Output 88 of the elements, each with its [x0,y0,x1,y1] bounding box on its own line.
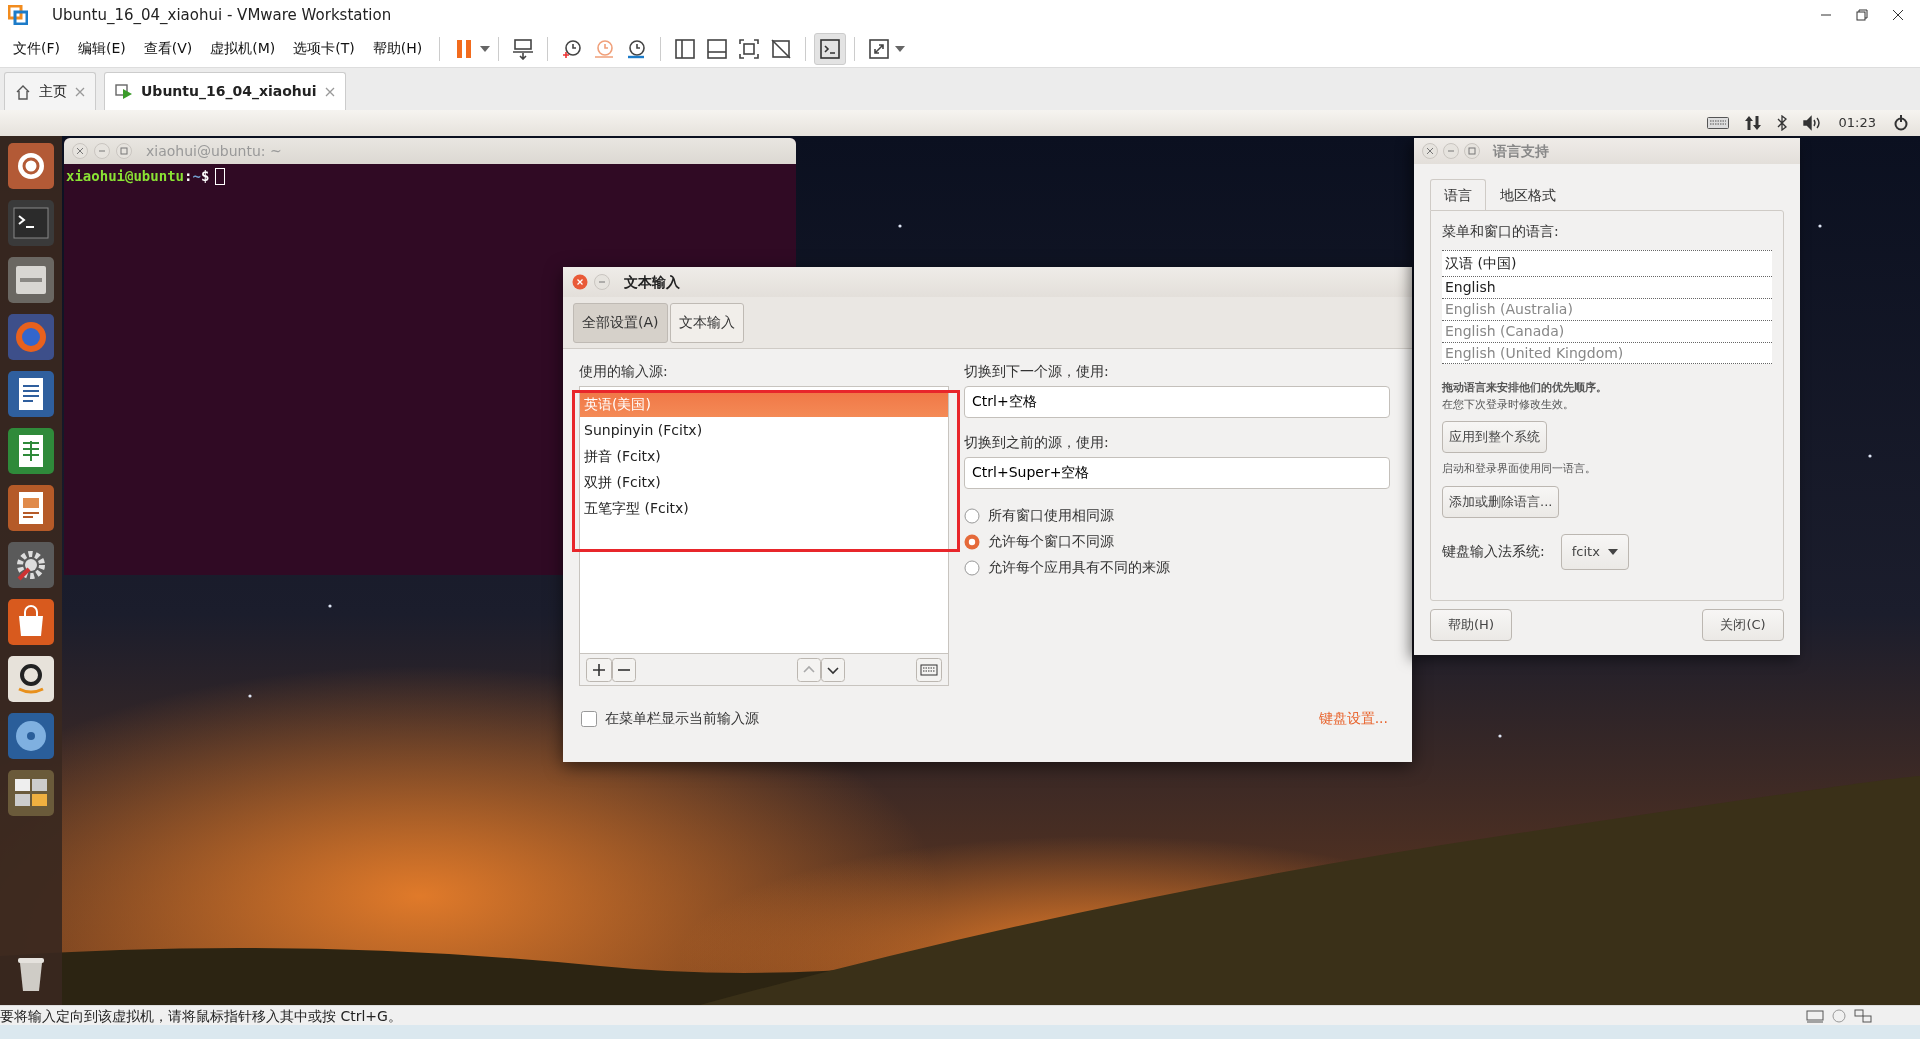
radio-button[interactable] [964,559,980,576]
radio-button[interactable] [964,507,980,524]
terminal-icon[interactable] [7,199,55,247]
app-logo-icon [8,5,28,25]
vm-running-icon [115,83,133,100]
close-icon[interactable] [1892,9,1904,21]
document-icon[interactable] [7,370,55,418]
radio-label: 允许每个窗口不同源 [988,532,1114,551]
caret-icon[interactable] [480,45,491,52]
window-grid-icon[interactable] [7,769,55,817]
status-text: 要将输入定向到该虚拟机，请将鼠标指针移入其中或按 Ctrl+G。 [0,1006,402,1026]
spreadsheet-icon[interactable] [7,427,55,475]
bluetooth-icon[interactable] [1776,115,1787,131]
remove-icon[interactable] [612,657,636,682]
list-item[interactable]: 双拼 (Fcitx) [580,469,948,495]
computer-arrow-icon[interactable] [512,37,535,60]
bottom-panel-icon[interactable] [706,37,729,60]
checkbox[interactable] [581,710,597,727]
console-prompt-icon[interactable] [819,37,842,60]
hint-text: 在您下次登录时修改生效。 [1442,396,1575,413]
menu-item[interactable]: 查看(V) [134,38,202,59]
hint-text: 拖动语言来安排他们的优先顺序。 [1442,380,1608,396]
restore-icon[interactable] [1856,9,1868,21]
list-item[interactable]: English (Canada) [1442,320,1772,342]
menu-item[interactable]: 虚拟机(M) [201,38,285,59]
field-label: 切换到之前的源，使用: [964,433,1110,452]
expand-arrows-icon[interactable] [868,37,891,60]
tab[interactable]: 语言 [1430,179,1486,210]
radio-label: 允许每个应用具有不同的来源 [988,558,1170,577]
tab[interactable]: 地区格式 [1486,179,1570,210]
list-item[interactable]: Sunpinyin (Fcitx) [580,417,948,443]
keyboard-icon[interactable] [916,657,942,682]
list-item[interactable]: English (Australia) [1442,298,1772,320]
close-button[interactable]: 关闭(C) [1702,609,1784,641]
menu-item[interactable]: 选项卡(T) [284,38,364,59]
breadcrumb-button[interactable]: 文本输入 [669,302,744,343]
menu-item[interactable]: 文件(F) [4,38,69,59]
add-remove-language-button[interactable]: 添加或删除语言... [1442,485,1560,518]
terminal-prompt: xiaohui@ubuntu:~$ [66,167,210,186]
vm-tab[interactable]: 主页 [4,72,96,110]
checkbox-label: 在菜单栏显示当前输入源 [605,709,759,728]
input-method-dropdown[interactable]: fcitx [1560,533,1629,570]
radio-button[interactable] [964,533,980,550]
list-item[interactable]: English (United Kingdom) [1442,342,1772,364]
panel-clock[interactable]: 01:23 [1838,113,1876,133]
dialog-title: 文本输入 [624,272,680,292]
ubuntu-logo-icon[interactable] [7,142,55,190]
home-icon [15,83,31,100]
shortcut-field[interactable]: Ctrl+Super+空格 [964,457,1390,489]
section-label: 菜单和窗口的语言: [1442,222,1560,241]
sidebar-layout-icon[interactable] [674,37,697,60]
network-icon[interactable] [1854,1008,1872,1023]
apply-system-button[interactable]: 应用到整个系统 [1442,421,1547,453]
pause-icon [456,38,473,59]
field-label: 键盘输入法系统: [1442,542,1545,561]
hint-text: 启动和登录界面使用同一语言。 [1442,461,1597,477]
network-arrows-icon[interactable] [1744,115,1761,131]
help-button[interactable]: 帮助(H) [1430,609,1512,641]
shortcut-field[interactable]: Ctrl+空格 [964,386,1390,418]
settings-icon[interactable] [7,541,55,589]
volume-icon[interactable] [1802,115,1823,131]
radio-label: 所有窗口使用相同源 [988,506,1114,525]
window-title: Ubuntu_16_04_xiaohui - VMware Workstation [52,4,392,26]
chevron-down-icon[interactable] [821,657,845,682]
presentation-icon[interactable] [7,484,55,532]
caret-icon [1607,548,1618,555]
caret-icon[interactable] [895,45,906,52]
menu-item[interactable]: 编辑(E) [69,38,135,59]
text-cursor [215,168,226,185]
menu-item[interactable]: 帮助(H) [363,38,432,59]
list-item[interactable]: 五笔字型 (Fcitx) [580,495,948,521]
add-icon[interactable] [586,657,612,682]
frame-crossed-icon[interactable] [770,37,793,60]
fit-frame-icon[interactable] [738,37,761,60]
shopping-bag-icon[interactable] [7,598,55,646]
list-item[interactable]: English [1442,276,1772,298]
window-title: 语言支持 [1493,141,1549,161]
section-label: 使用的输入源: [579,362,669,381]
clock-plus-icon[interactable] [561,37,584,60]
vm-tab[interactable]: Ubuntu_16_04_xiaohui [104,72,346,110]
keyboard-icon[interactable] [1706,117,1729,129]
window-title: xiaohui@ubuntu: ~ [146,141,282,161]
field-label: 切换到下一个源，使用: [964,362,1110,381]
list-item[interactable]: 汉语 (中国) [1442,250,1772,276]
browser-icon[interactable] [7,313,55,361]
list-item[interactable]: 拼音 (Fcitx) [580,443,948,469]
file-cabinet-icon[interactable] [7,256,55,304]
breadcrumb-button[interactable]: 全部设置(A) [573,302,668,343]
